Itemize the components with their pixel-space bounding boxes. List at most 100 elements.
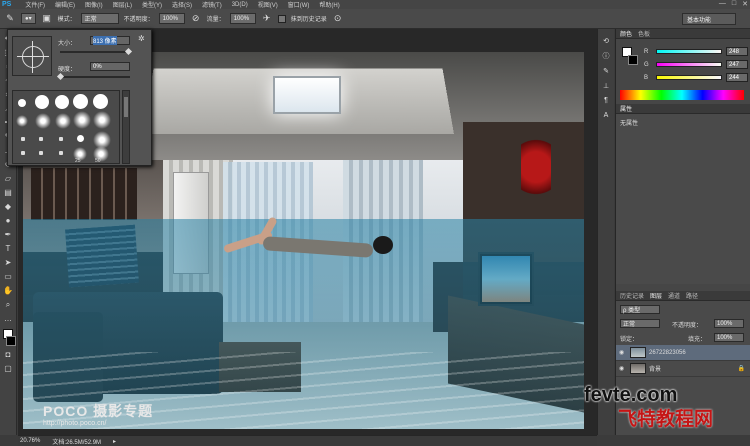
menu-3d[interactable]: 3D(D)	[232, 2, 248, 8]
menu-window[interactable]: 窗口(W)	[288, 0, 310, 9]
history-panel-icon[interactable]: ⟲	[601, 35, 612, 46]
brush-preset[interactable]	[73, 111, 91, 129]
layer-name[interactable]: 背景	[649, 364, 661, 373]
channel-slider[interactable]	[656, 62, 722, 67]
gear-icon[interactable]: ✲	[138, 34, 145, 43]
hand-tool-icon[interactable]: ✋	[2, 285, 14, 296]
channel-value[interactable]: 248	[726, 47, 748, 56]
minimize-button[interactable]: —	[719, 0, 726, 8]
erase-to-history-checkbox[interactable]	[277, 14, 286, 23]
character-panel-icon[interactable]: A	[601, 110, 612, 121]
menu-file[interactable]: 文件(F)	[25, 0, 45, 9]
pressure-size-icon[interactable]: ⊙	[332, 13, 344, 25]
menu-type[interactable]: 类型(Y)	[142, 0, 162, 9]
brush-size-slider-thumb[interactable]	[124, 47, 133, 56]
brush-preset[interactable]	[35, 95, 49, 109]
eye-icon[interactable]: ◉	[619, 365, 627, 372]
brush-preset[interactable]	[39, 137, 43, 141]
brush-preset[interactable]	[55, 95, 69, 109]
tab-properties[interactable]: 属性	[620, 104, 632, 113]
tab-color[interactable]: 颜色	[620, 29, 632, 38]
brush-preset[interactable]	[93, 94, 108, 109]
shape-tool-icon[interactable]: ▭	[2, 271, 14, 282]
brush-preset-grid[interactable]: 25 50	[12, 90, 120, 164]
paragraph-panel-icon[interactable]: ¶	[601, 95, 612, 106]
mode-select[interactable]: 正常	[80, 13, 119, 24]
menu-filter[interactable]: 滤镜(T)	[202, 0, 222, 9]
brush-preset[interactable]	[35, 113, 51, 129]
tab-channels[interactable]: 通道	[668, 291, 680, 300]
hardness-input[interactable]: 0%	[90, 62, 130, 71]
layer-row[interactable]: ◉ 26722823056	[616, 345, 750, 361]
panel-background-swatch[interactable]	[628, 55, 638, 65]
background-color-swatch[interactable]	[6, 336, 16, 346]
brush-panel-toggle-icon[interactable]: ▣	[41, 13, 53, 25]
edit-toolbar-icon[interactable]: …	[2, 313, 14, 324]
menu-select[interactable]: 选择(S)	[172, 0, 192, 9]
color-spectrum[interactable]	[620, 90, 744, 100]
brush-preset[interactable]	[73, 94, 88, 109]
scrollbar-thumb[interactable]	[124, 97, 128, 117]
brush-angle-preview[interactable]	[12, 36, 52, 76]
close-button[interactable]: ✕	[742, 0, 748, 8]
info-panel-icon[interactable]: ⓘ	[601, 50, 612, 61]
channel-slider[interactable]	[656, 49, 722, 54]
tab-paths[interactable]: 路径	[686, 291, 698, 300]
layer-filter-select[interactable]: ρ 类型	[620, 305, 660, 314]
menu-layer[interactable]: 图层(L)	[113, 0, 132, 9]
tab-swatches[interactable]: 色板	[638, 29, 650, 38]
gradient-tool-icon[interactable]: ▤	[2, 187, 14, 198]
brush-panel-icon[interactable]: ✎	[601, 65, 612, 76]
quick-mask-icon[interactable]: ◘	[2, 349, 14, 360]
brush-preset[interactable]	[39, 151, 43, 155]
path-select-tool-icon[interactable]: ➤	[2, 257, 14, 268]
menu-edit[interactable]: 编辑(E)	[55, 0, 75, 9]
pressure-opacity-icon[interactable]: ⊘	[190, 13, 202, 25]
brush-preset[interactable]	[77, 135, 84, 142]
eye-icon[interactable]: ◉	[619, 349, 627, 356]
blend-mode-select[interactable]: 正常	[620, 319, 660, 328]
blur-tool-icon[interactable]: ◆	[2, 201, 14, 212]
channel-value[interactable]: 247	[726, 60, 748, 69]
brush-preset-picker[interactable]: ●▾	[21, 13, 36, 24]
status-menu-arrow-icon[interactable]: ▸	[113, 438, 116, 445]
hardness-slider-thumb[interactable]	[56, 72, 65, 81]
tab-history[interactable]: 历史记录	[620, 291, 644, 300]
airbrush-icon[interactable]: ✈	[261, 13, 273, 25]
layer-name[interactable]: 26722823056	[649, 350, 686, 356]
tab-layers[interactable]: 图层	[650, 291, 662, 300]
menu-help[interactable]: 帮助(H)	[319, 0, 339, 9]
zoom-tool-icon[interactable]: ⌕	[2, 299, 14, 310]
fill-input[interactable]: 100%	[714, 333, 744, 342]
brush-preset[interactable]	[21, 151, 25, 155]
brush-preset[interactable]	[59, 137, 63, 141]
pen-tool-icon[interactable]: ✒	[2, 229, 14, 240]
clone-source-panel-icon[interactable]: ⊥	[601, 80, 612, 91]
layer-row[interactable]: ◉ 背景 🔒	[616, 361, 750, 377]
maximize-button[interactable]: □	[732, 0, 736, 8]
layer-opacity-input[interactable]: 100%	[714, 319, 744, 328]
brush-preset[interactable]	[59, 151, 63, 155]
dodge-tool-icon[interactable]: ●	[2, 215, 14, 226]
menu-image[interactable]: 图像(I)	[85, 0, 103, 9]
workspace-select[interactable]: 基本功能	[682, 13, 736, 25]
preset-scrollbar[interactable]	[122, 90, 130, 164]
hardness-slider[interactable]	[60, 76, 130, 78]
opacity-input[interactable]: 100%	[158, 13, 185, 24]
channel-slider[interactable]	[656, 75, 722, 80]
eraser-tool-icon[interactable]: ▱	[2, 173, 14, 184]
brush-size-slider[interactable]	[60, 51, 130, 53]
screen-mode-icon[interactable]: ▢	[2, 363, 14, 374]
type-tool-icon[interactable]: T	[2, 243, 14, 254]
menu-view[interactable]: 视图(V)	[258, 0, 278, 9]
brush-preset[interactable]	[18, 99, 26, 107]
history-brush-tool-icon[interactable]: ✎	[4, 13, 16, 25]
channel-value[interactable]: 244	[726, 73, 748, 82]
brush-preset[interactable]	[93, 111, 111, 129]
brush-preset[interactable]	[55, 113, 71, 129]
brush-preset[interactable]	[21, 137, 25, 141]
brush-size-input[interactable]: 813 像素	[90, 36, 130, 45]
brush-preset[interactable]	[16, 115, 28, 127]
zoom-level[interactable]: 20.76%	[20, 438, 40, 444]
flow-input[interactable]: 100%	[229, 13, 256, 24]
